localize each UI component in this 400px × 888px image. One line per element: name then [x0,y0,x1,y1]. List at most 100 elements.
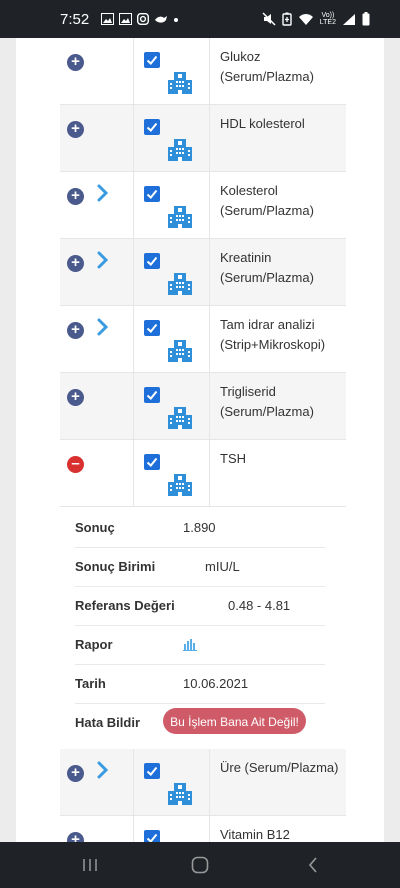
table-row: + HDL kolesterol [60,105,346,172]
battery-saver-icon [282,12,292,26]
test-name: Üre (Serum/Plazma) [220,760,339,775]
detail-label: Hata Bildir [75,715,141,730]
chevron-right-icon[interactable] [96,317,110,337]
mute-icon [262,12,276,26]
row-select-cell [134,306,210,372]
hospital-building-icon [166,69,194,97]
row-checkbox[interactable] [144,830,160,842]
bar-chart-icon[interactable] [183,638,197,651]
report-row: Rapor [75,625,325,665]
detail-label: Tarih [75,676,106,691]
row-actions-cell: + [60,105,134,171]
battery-icon [362,12,370,26]
row-select-cell [134,440,210,506]
lab-results-table: + Glukoz (Serum/Plazma) + HDL kolesterol + Ko… [60,38,346,842]
table-row: + Vitamin B12 [60,816,346,842]
row-actions-cell: + [60,239,134,305]
hospital-building-icon [166,337,194,365]
chevron-right-icon[interactable] [96,183,110,203]
result-value-row: Sonuç 1.890 [75,508,325,548]
row-checkbox[interactable] [144,119,160,135]
row-checkbox[interactable] [144,52,160,68]
row-select-cell [134,816,210,842]
error-report-row: Hata Bildir Bu İşlem Bana Ait Değil! [75,703,325,742]
row-name-cell: Kolesterol (Serum/Plazma) [210,172,346,238]
status-bar: 7:52 Vo)) LTE2 [0,0,400,38]
row-actions-cell: + [60,306,134,372]
plus-circle-icon[interactable]: + [67,322,84,339]
back-icon[interactable] [308,857,318,873]
row-actions-cell: – [60,440,134,506]
results-content[interactable]: + Glukoz (Serum/Plazma) + HDL kolesterol + Ko… [0,38,400,842]
test-name: Trigliserid (Serum/Plazma) [220,384,314,419]
chevron-right-icon[interactable] [96,250,110,270]
row-checkbox[interactable] [144,320,160,336]
system-nav-bar [0,842,400,888]
row-select-cell [134,749,210,815]
test-name: TSH [220,451,246,466]
row-name-cell: Kreatinin (Serum/Plazma) [210,239,346,305]
hospital-building-icon [166,780,194,808]
row-select-cell [134,239,210,305]
wifi-icon [298,13,313,25]
test-name: Tam idrar analizi (Strip+Mikroskopi) [220,317,326,352]
hospital-building-icon [166,203,194,231]
chevron-right-icon[interactable] [96,760,110,780]
plus-circle-icon[interactable]: + [67,255,84,272]
plus-circle-icon[interactable]: + [67,121,84,138]
table-row: + Glukoz (Serum/Plazma) [60,38,346,105]
row-name-cell: Glukoz (Serum/Plazma) [210,38,346,104]
reference-range-row: Referans Değeri 0.48 - 4.81 [75,586,325,626]
detail-label: Sonuç Birimi [75,559,156,574]
report-error-button[interactable]: Bu İşlem Bana Ait Değil! [163,708,306,734]
signal-icon [343,13,355,25]
row-checkbox[interactable] [144,186,160,202]
result-unit-row: Sonuç Birimi mIU/L [75,547,325,587]
detail-value: 1.890 [183,520,216,535]
minus-circle-icon[interactable]: – [67,456,84,473]
gallery-icon [101,13,114,25]
hospital-building-icon [166,471,194,499]
gallery-icon [119,13,132,25]
date-row: Tarih 10.06.2021 [75,664,325,704]
plus-circle-icon[interactable]: + [67,188,84,205]
row-actions-cell: + [60,172,134,238]
result-detail-panel: Sonuç 1.890 Sonuç Birimi mIU/L Referans Değe… [0,507,368,749]
table-row: + Kolesterol (Serum/Plazma) [60,172,346,239]
test-name: Glukoz (Serum/Plazma) [220,49,314,84]
row-checkbox[interactable] [144,454,160,470]
row-name-cell: Vitamin B12 [210,816,346,842]
plus-circle-icon[interactable]: + [67,832,84,842]
detail-label: Referans Değeri [75,598,175,613]
table-row: + Kreatinin (Serum/Plazma) [60,239,346,306]
row-select-cell [134,172,210,238]
row-checkbox[interactable] [144,763,160,779]
table-row: + Üre (Serum/Plazma) [60,749,346,816]
row-actions-cell: + [60,38,134,104]
test-name: Kreatinin (Serum/Plazma) [220,250,314,285]
recent-apps-icon[interactable] [82,858,98,872]
test-name: Kolesterol (Serum/Plazma) [220,183,314,218]
table-row: + Trigliserid (Serum/Plazma) [60,373,346,440]
row-name-cell: Üre (Serum/Plazma) [210,749,346,815]
instagram-icon [137,13,149,25]
home-icon[interactable] [191,856,209,874]
dot-icon [174,18,178,22]
detail-label: Rapor [75,637,113,652]
row-actions-cell: + [60,816,134,842]
plus-circle-icon[interactable]: + [67,54,84,71]
plus-circle-icon[interactable]: + [67,765,84,782]
test-name: HDL kolesterol [220,116,305,131]
bird-icon [155,16,167,23]
row-actions-cell: + [60,373,134,439]
table-row: + Tam idrar analizi (Strip+Mikroskopi) [60,306,346,373]
row-checkbox[interactable] [144,253,160,269]
hospital-building-icon [166,136,194,164]
plus-circle-icon[interactable]: + [67,389,84,406]
row-name-cell: TSH [210,440,346,506]
hospital-building-icon [166,270,194,298]
row-select-cell [134,373,210,439]
volte-indicator: Vo)) LTE2 [319,12,336,26]
table-row: – TSH [60,440,346,507]
row-checkbox[interactable] [144,387,160,403]
